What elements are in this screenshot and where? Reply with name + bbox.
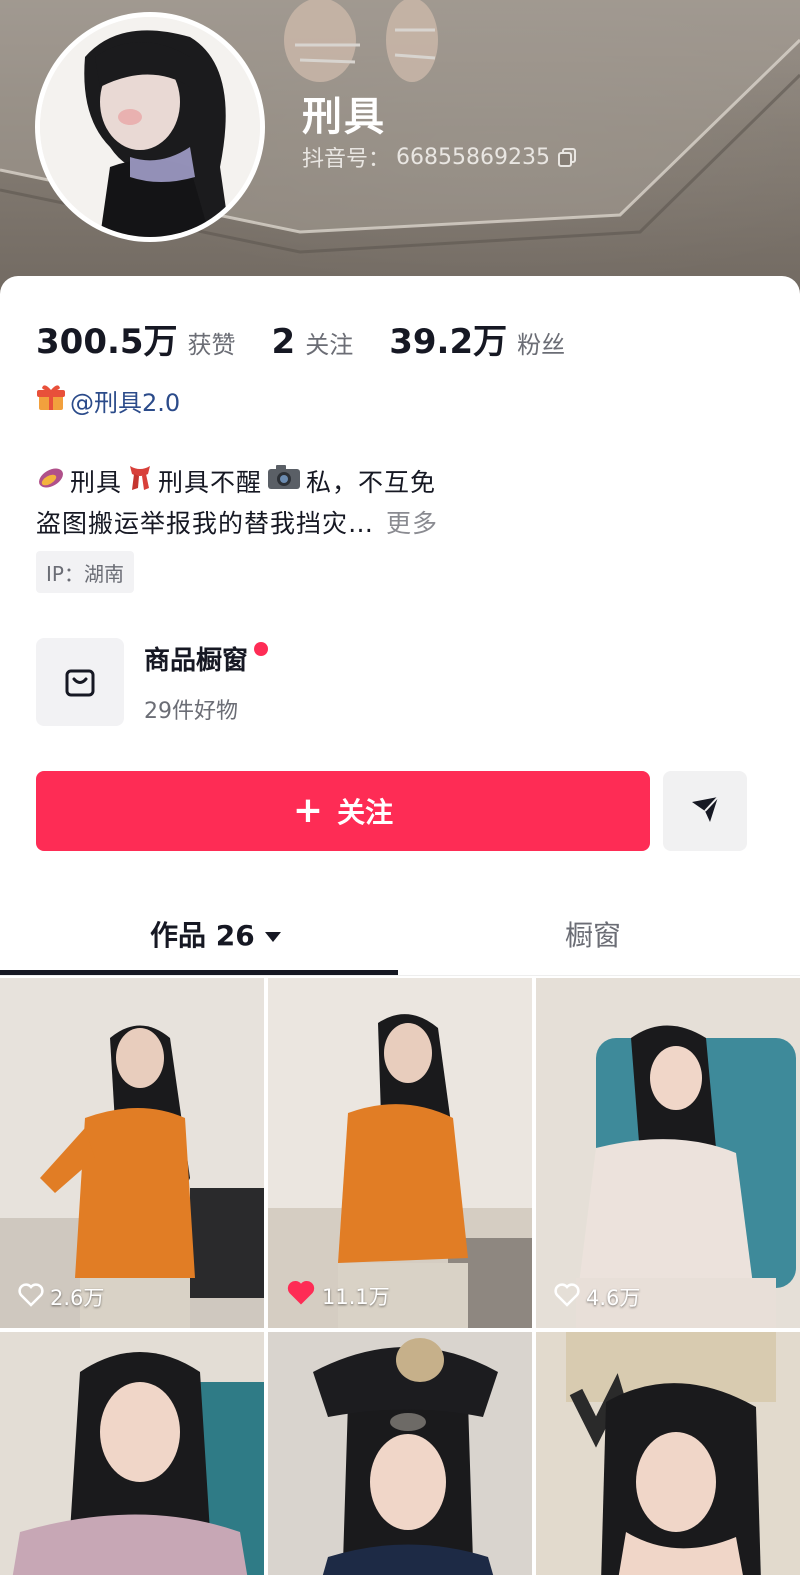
linked-account-name: @刑具2.0 (70, 388, 181, 417)
video-thumbnail (268, 978, 532, 1328)
send-icon (688, 792, 722, 830)
like-count-row: 2.6万 (18, 1282, 104, 1312)
follow-label: 关注 (337, 796, 394, 829)
video-tile[interactable]: 2.6万 (0, 978, 264, 1328)
bio: 刑具 刑具不醒 私，不互免 盗图搬运举报我的替我挡灾… 更多 (36, 462, 438, 544)
active-tab-indicator (0, 970, 398, 975)
shop-window-entry[interactable]: 商品橱窗 29件好物 (36, 638, 269, 726)
tab-window-label: 橱窗 (565, 919, 622, 952)
douyin-id-row: 抖音号： 66855869235 (302, 141, 578, 173)
video-tile[interactable]: 4.6万 (536, 978, 800, 1328)
video-thumbnail (536, 1332, 800, 1575)
stats-row: 300.5万 获赞 2 关注 39.2万 粉丝 (36, 314, 601, 363)
video-tile[interactable] (0, 1332, 264, 1575)
gift-icon (36, 382, 66, 418)
username: 刑具 (302, 94, 386, 140)
notification-dot (254, 642, 269, 656)
video-tile[interactable] (536, 1332, 800, 1575)
video-grid: 2.6万 11.1万 4.6万 (0, 978, 800, 1575)
follow-button[interactable]: + 关注 (36, 771, 650, 851)
bio-line-2: 盗图搬运举报我的替我挡灾… 更多 (36, 504, 438, 544)
scarf-emoji (126, 462, 154, 504)
followers-count[interactable]: 39.2万 (389, 314, 507, 363)
shopping-bag-icon (36, 638, 124, 726)
like-count-row: 4.6万 (554, 1282, 640, 1312)
followers-label[interactable]: 粉丝 (517, 325, 565, 360)
bio-text-3: 私，不互免 (306, 468, 437, 497)
video-thumbnail (0, 978, 264, 1328)
caret-down-icon (263, 918, 283, 951)
likes-label: 获赞 (187, 331, 236, 359)
like-count-row: 11.1万 (286, 1279, 390, 1312)
video-thumbnail (268, 1332, 532, 1575)
video-tile[interactable]: 11.1万 (268, 978, 532, 1328)
bio-text-2: 刑具不醒 (158, 468, 263, 497)
like-count: 2.6万 (50, 1286, 105, 1310)
like-count: 4.6万 (586, 1286, 641, 1310)
tab-shop-window[interactable]: 橱窗 (565, 914, 621, 954)
like-count: 11.1万 (322, 1284, 390, 1309)
video-tile[interactable] (268, 1332, 532, 1575)
camera-emoji (266, 462, 302, 504)
tab-works[interactable]: 作品 26 (150, 914, 283, 954)
following-count[interactable]: 2 (272, 322, 296, 362)
heart-outline-icon (554, 1282, 580, 1312)
ip-location-tag: IP：湖南 (36, 551, 134, 593)
plus-icon: + (292, 790, 324, 831)
avatar-image (40, 17, 260, 237)
profile-tabs: 作品 26 橱窗 (0, 900, 800, 976)
bio-text-4: 盗图搬运举报我的替我挡灾… (36, 509, 375, 538)
shop-subtitle: 29件好物 (144, 699, 238, 724)
copy-icon[interactable] (556, 146, 578, 168)
likes-count: 300.5万 (36, 322, 178, 362)
following-label[interactable]: 关注 (305, 325, 353, 360)
video-thumbnail (536, 978, 800, 1328)
bio-more-link[interactable]: 更多 (386, 504, 438, 544)
linked-account[interactable]: @刑具2.0 (36, 382, 180, 418)
heart-filled-icon (286, 1279, 316, 1312)
tab-works-label: 作品 26 (150, 919, 255, 952)
bio-line-1: 刑具 刑具不醒 私，不互免 (36, 462, 438, 504)
avatar[interactable] (35, 12, 265, 242)
video-thumbnail (0, 1332, 264, 1575)
heart-outline-icon (18, 1282, 44, 1312)
douyin-id-label: 抖音号： (302, 147, 391, 172)
bio-text-1: 刑具 (70, 468, 123, 497)
douyin-id: 66855869235 (396, 144, 550, 170)
message-button[interactable] (663, 771, 747, 851)
sweet-potato-emoji (36, 462, 66, 504)
shop-title: 商品橱窗 (144, 646, 249, 676)
